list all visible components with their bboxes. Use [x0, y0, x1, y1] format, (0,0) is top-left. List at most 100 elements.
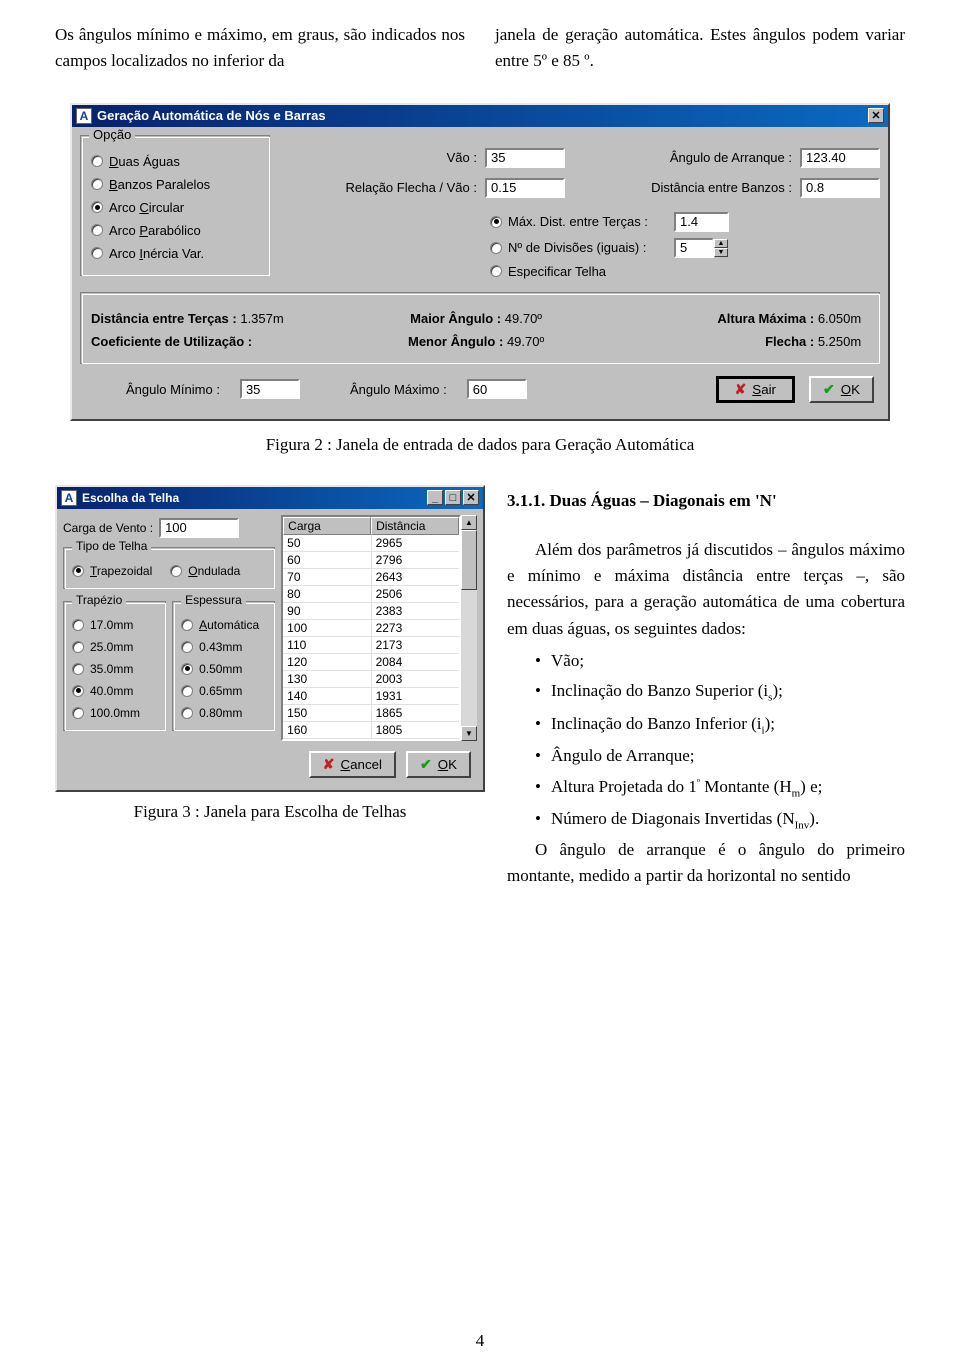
parameters-area: Vão : Ângulo de Arranque : Relação Flech… — [280, 135, 880, 282]
angulo-arranque-input[interactable] — [800, 148, 880, 168]
table-row[interactable]: 1302003 — [283, 671, 459, 688]
carga-input[interactable] — [159, 518, 239, 538]
radio-label: 40.0mm — [90, 684, 133, 698]
maximize-icon[interactable]: □ — [445, 490, 461, 505]
option-radio-3[interactable]: Arco Parabólico — [91, 219, 259, 242]
radio-icon[interactable] — [181, 663, 193, 675]
cell-carga: 150 — [283, 705, 371, 722]
cell-dist: 1805 — [372, 722, 459, 739]
radio-especificar-telha[interactable] — [490, 265, 502, 277]
radio-ondulada[interactable] — [170, 565, 182, 577]
radio-icon[interactable] — [181, 641, 193, 653]
radio-icon[interactable] — [72, 641, 84, 653]
table-row[interactable]: 1202084 — [283, 654, 459, 671]
esp-option[interactable]: 0.65mm — [181, 680, 266, 702]
table-row[interactable]: 1002273 — [283, 620, 459, 637]
radio-icon[interactable] — [181, 707, 193, 719]
scroll-up-icon[interactable]: ▲ — [461, 515, 477, 530]
min-angle-input[interactable] — [240, 379, 300, 399]
option-radio-2[interactable]: Arco Circular — [91, 196, 259, 219]
option-radio-1[interactable]: Banzos Paralelos — [91, 173, 259, 196]
esp-option[interactable]: 0.50mm — [181, 658, 266, 680]
trap-option[interactable]: 17.0mm — [72, 614, 157, 636]
telha-dialog: A Escolha da Telha _ □ ✕ Carga de Vento … — [55, 485, 485, 792]
table-row[interactable]: 802506 — [283, 586, 459, 603]
section-311-text: 3.1.1. Duas Águas – Diagonais em 'N' Alé… — [507, 485, 905, 894]
divisoes-input[interactable] — [674, 238, 714, 258]
esp-option[interactable]: Automática — [181, 614, 266, 636]
list-item: Vão; — [535, 646, 905, 676]
min-angle-label: Ângulo Mínimo : — [126, 382, 220, 397]
minimize-icon[interactable]: _ — [427, 490, 443, 505]
esp-option[interactable]: 0.43mm — [181, 636, 266, 658]
status-value: 1.357m — [240, 311, 283, 326]
cancel-button[interactable]: ✘ Cancel — [309, 751, 396, 778]
radio-max-dist[interactable] — [490, 216, 502, 228]
cell-carga: 110 — [283, 637, 371, 654]
app-icon: A — [61, 490, 77, 506]
radio-icon[interactable] — [91, 224, 103, 236]
btn-underline: O — [438, 757, 448, 772]
sair-button[interactable]: ✘ Sair — [716, 376, 795, 403]
radio-label-underline: T — [90, 564, 97, 578]
table-row[interactable]: 1102173 — [283, 637, 459, 654]
table-row[interactable]: 1601805 — [283, 722, 459, 739]
vao-input[interactable] — [485, 148, 565, 168]
btn-text: ancel — [350, 757, 382, 772]
radio-icon[interactable] — [91, 178, 103, 190]
status-value: 49.70º — [507, 334, 544, 349]
trap-option[interactable]: 35.0mm — [72, 658, 157, 680]
ok-button[interactable]: ✔ OK — [406, 751, 471, 778]
spin-down-icon[interactable]: ▼ — [714, 248, 728, 257]
table-row[interactable]: 702643 — [283, 569, 459, 586]
option-radio-0[interactable]: Duas Águas — [91, 150, 259, 173]
ok-button[interactable]: ✔ OK — [809, 376, 874, 403]
cell-carga: 100 — [283, 620, 371, 637]
table-row[interactable]: 1401931 — [283, 688, 459, 705]
status-label: Flecha : — [765, 334, 814, 349]
radio-trapezoidal[interactable] — [72, 565, 84, 577]
trap-option[interactable]: 100.0mm — [72, 702, 157, 724]
cell-dist: 1865 — [372, 705, 459, 722]
scrollbar[interactable]: ▲ ▼ — [461, 515, 477, 741]
bullet-list: Vão;Inclinação do Banzo Superior (is);In… — [507, 646, 905, 836]
radio-icon[interactable] — [91, 155, 103, 167]
table-row[interactable]: 502965 — [283, 535, 459, 552]
radio-label: Arco Inércia Var. — [109, 246, 204, 261]
cell-dist: 2173 — [372, 637, 459, 654]
option-radio-4[interactable]: Arco Inércia Var. — [91, 242, 259, 265]
scroll-thumb[interactable] — [461, 530, 477, 590]
radio-icon[interactable] — [72, 619, 84, 631]
max-angle-input[interactable] — [467, 379, 527, 399]
max-dist-input[interactable] — [674, 212, 729, 232]
generation-dialog: A Geração Automática de Nós e Barras ✕ O… — [70, 103, 890, 421]
close-icon[interactable]: ✕ — [463, 490, 479, 505]
table-row[interactable]: 602796 — [283, 552, 459, 569]
esp-option[interactable]: 0.80mm — [181, 702, 266, 724]
radio-icon[interactable] — [72, 663, 84, 675]
radio-icon[interactable] — [181, 685, 193, 697]
table-row[interactable]: 1501865 — [283, 705, 459, 722]
trap-option[interactable]: 40.0mm — [72, 680, 157, 702]
status-value: 49.70º — [505, 311, 542, 326]
cell-dist: 1931 — [372, 688, 459, 705]
status-label: Altura Máxima : — [717, 311, 814, 326]
radio-label: 100.0mm — [90, 706, 140, 720]
tipo-title: Tipo de Telha — [72, 539, 151, 553]
scroll-down-icon[interactable]: ▼ — [461, 726, 477, 741]
radio-icon[interactable] — [72, 685, 84, 697]
radio-icon[interactable] — [181, 619, 193, 631]
radio-icon[interactable] — [91, 247, 103, 259]
close-icon[interactable]: ✕ — [868, 108, 884, 123]
intro-left: Os ângulos mínimo e máximo, em graus, sã… — [55, 22, 465, 75]
spin-up-icon[interactable]: ▲ — [714, 239, 728, 248]
btn-text: air — [761, 382, 776, 397]
relacao-input[interactable] — [485, 178, 565, 198]
dist-banzos-input[interactable] — [800, 178, 880, 198]
table-row[interactable]: 902383 — [283, 603, 459, 620]
angulo-arranque-label: Ângulo de Arranque : — [670, 150, 792, 165]
radio-icon[interactable] — [91, 201, 103, 213]
radio-icon[interactable] — [72, 707, 84, 719]
trap-option[interactable]: 25.0mm — [72, 636, 157, 658]
radio-divisoes[interactable] — [490, 242, 502, 254]
